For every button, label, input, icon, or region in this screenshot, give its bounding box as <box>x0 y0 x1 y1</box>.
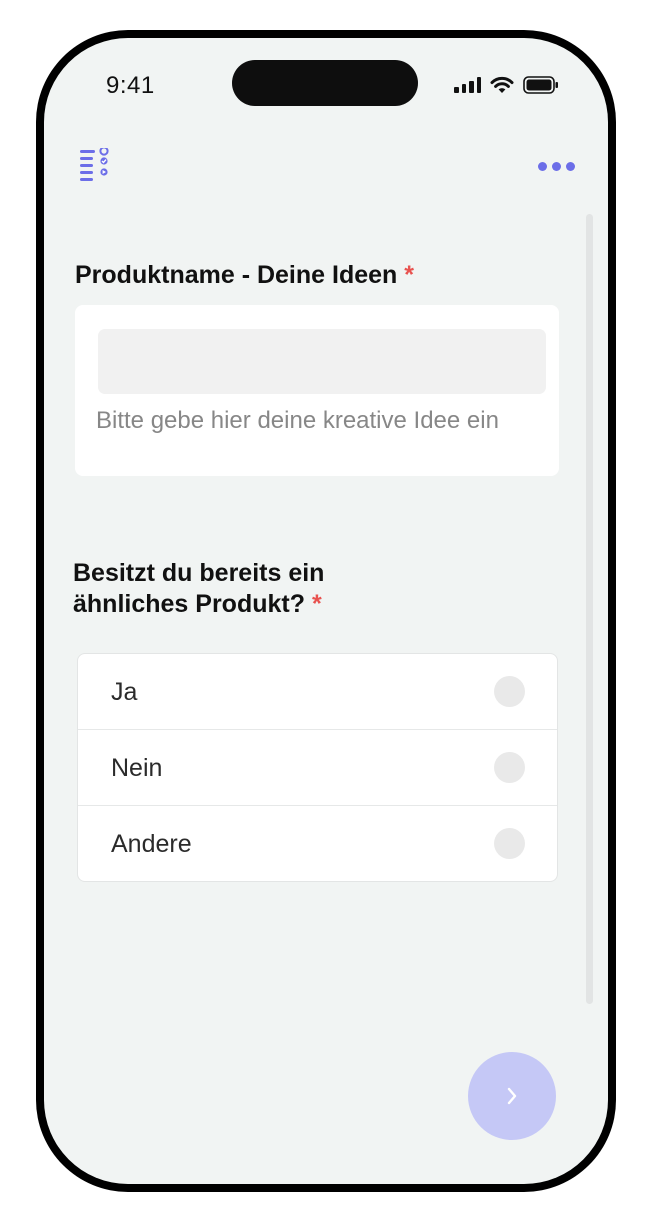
phone-frame: 9:41 Produktname - Deine Ideen * Bitte g… <box>36 30 616 1192</box>
status-icons <box>454 76 559 94</box>
more-dots-icon[interactable] <box>538 162 575 171</box>
dynamic-island <box>232 60 418 106</box>
survey-list-icon[interactable] <box>80 148 110 184</box>
option-andere[interactable]: Andere <box>78 806 557 881</box>
option-ja[interactable]: Ja <box>78 654 557 730</box>
wifi-icon <box>490 76 514 93</box>
option-list: Ja Nein Andere <box>77 653 558 882</box>
question-title-similar-product: Besitzt du bereits ein ähnliches Produkt… <box>73 558 324 620</box>
question-card-product-name: Bitte gebe hier deine kreative Idee ein <box>75 305 559 476</box>
question-title-line1: Besitzt du bereits ein <box>73 559 325 587</box>
option-label: Nein <box>111 754 163 782</box>
chevron-right-icon <box>507 1087 517 1105</box>
required-mark: * <box>311 590 322 618</box>
next-button[interactable] <box>468 1052 556 1140</box>
status-time: 9:41 <box>106 72 155 99</box>
input-hint: Bitte gebe hier deine kreative Idee ein <box>96 407 499 434</box>
required-mark: * <box>404 261 414 289</box>
question-title-product-name: Produktname - Deine Ideen * <box>75 261 414 289</box>
scrollbar[interactable] <box>586 214 593 1004</box>
option-label: Andere <box>111 830 192 858</box>
radio-button[interactable] <box>494 676 525 707</box>
product-name-input[interactable] <box>98 329 546 394</box>
radio-button[interactable] <box>494 752 525 783</box>
option-nein[interactable]: Nein <box>78 730 557 806</box>
question-title-line2: ähnliches Produkt? * <box>73 590 322 618</box>
radio-button[interactable] <box>494 828 525 859</box>
battery-icon <box>523 76 558 94</box>
app-screen: 9:41 Produktname - Deine Ideen * Bitte g… <box>44 38 608 1184</box>
option-label: Ja <box>111 678 138 706</box>
cellular-signal-icon <box>454 77 481 93</box>
